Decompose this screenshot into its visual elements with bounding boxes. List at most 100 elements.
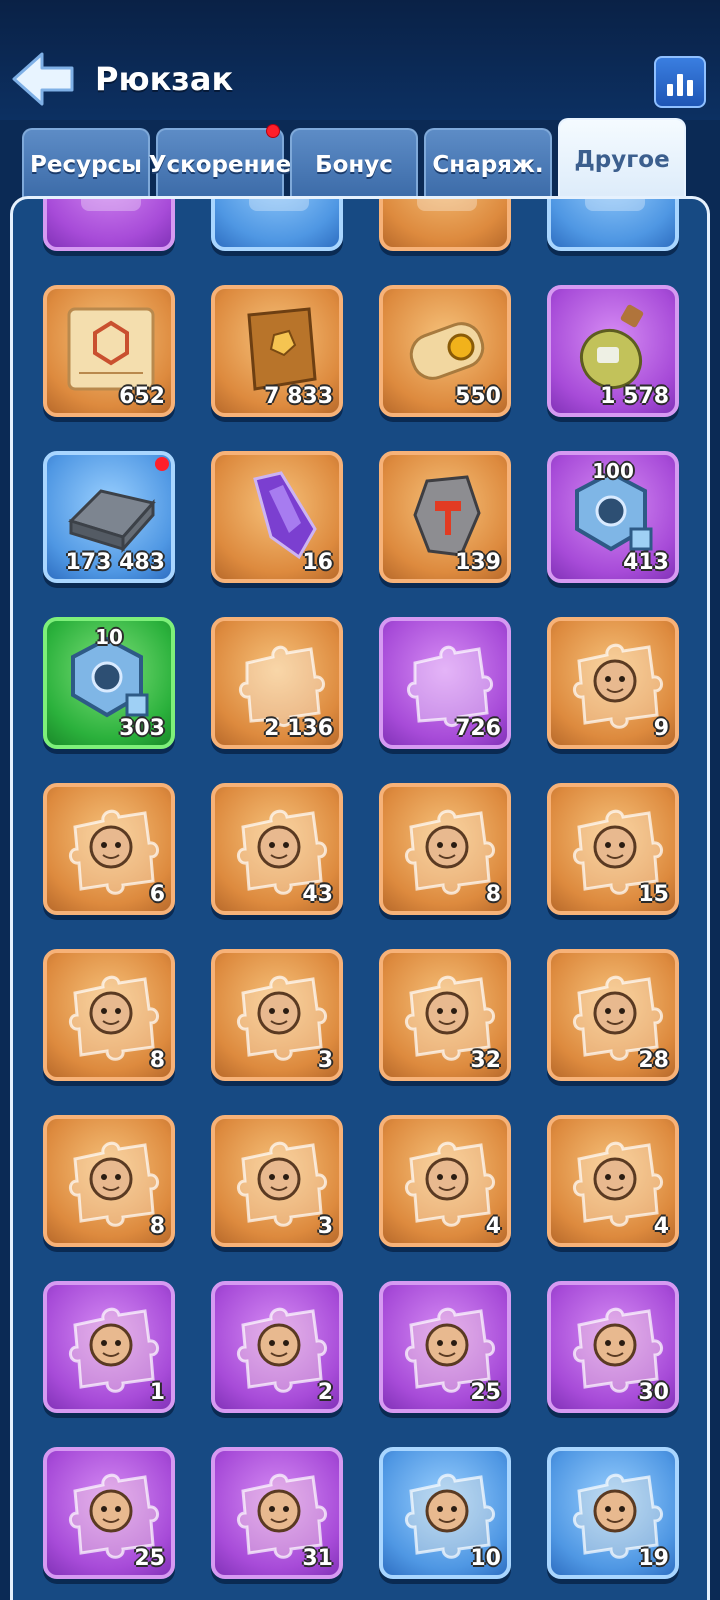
hero-shard-icon [229, 1131, 329, 1227]
inventory-item[interactable]: 15 [547, 783, 679, 915]
inventory-item[interactable]: 6 [43, 783, 175, 915]
item-count: 139 [455, 550, 501, 575]
item-count: 2 136 [264, 716, 333, 741]
hero-shard-icon [397, 799, 497, 895]
item-count: 303 [119, 716, 165, 741]
hero-shard-icon [61, 965, 161, 1061]
inventory-item[interactable]: 3 [211, 949, 343, 1081]
item-count: 3 [317, 1214, 333, 1239]
item-level-label: 10 [95, 625, 123, 649]
inventory-item[interactable]: 1 578 [547, 285, 679, 417]
inventory-item[interactable]: 30 [547, 1281, 679, 1413]
inventory-item[interactable]: 2 [211, 1281, 343, 1413]
hero-shard-icon [61, 1297, 161, 1393]
hero-shard-icon [565, 1297, 665, 1393]
inventory-item[interactable] [379, 199, 511, 251]
inventory-item[interactable]: 726 [379, 617, 511, 749]
hero-shard-icon [229, 1463, 329, 1559]
item-count: 16 [302, 550, 333, 575]
inventory-item[interactable]: 1 [43, 1281, 175, 1413]
partial-item-icon [397, 199, 497, 231]
tab-other[interactable]: Другое [558, 118, 686, 200]
item-count: 173 483 [65, 550, 165, 575]
hero-shard-icon [397, 1131, 497, 1227]
hero-shard-icon [61, 1131, 161, 1227]
inventory-item[interactable] [211, 199, 343, 251]
hero-shard-icon [61, 1463, 161, 1559]
partial-item-icon [565, 199, 665, 231]
hero-shard-icon [565, 799, 665, 895]
hero-shard-icon [397, 1297, 497, 1393]
item-count: 15 [638, 882, 669, 907]
inventory-item[interactable]: 8 [43, 949, 175, 1081]
inventory-item[interactable]: 7 833 [211, 285, 343, 417]
hero-shard-icon [229, 799, 329, 895]
stats-button[interactable] [654, 56, 706, 108]
hero-shard-icon [229, 965, 329, 1061]
item-count: 43 [302, 882, 333, 907]
tab-bonus[interactable]: Бонус [290, 128, 418, 200]
tab-speedups[interactable]: Ускорение [149, 124, 291, 200]
inventory-item[interactable]: 25 [379, 1281, 511, 1413]
item-count: 4 [485, 1214, 501, 1239]
inventory-item[interactable] [547, 199, 679, 251]
item-count: 8 [149, 1214, 165, 1239]
inventory-item[interactable]: 550 [379, 285, 511, 417]
inventory-item[interactable]: 652 [43, 285, 175, 417]
inventory-item[interactable]: 31 [211, 1447, 343, 1579]
inventory-item[interactable]: 19 [547, 1447, 679, 1579]
hero-shard-icon [565, 1131, 665, 1227]
item-count: 32 [470, 1048, 501, 1073]
inventory-item[interactable]: 4 [547, 1115, 679, 1247]
puzzle-piece-icon [397, 633, 497, 729]
item-level-label: 100 [592, 459, 634, 483]
inventory-item[interactable]: 9 [547, 617, 679, 749]
inventory-item[interactable]: 8 [379, 783, 511, 915]
partial-item-icon [61, 199, 161, 231]
item-count: 652 [119, 384, 165, 409]
item-count: 9 [653, 716, 669, 741]
notification-dot [266, 124, 280, 138]
blueprint-scroll-icon [61, 301, 161, 397]
item-count: 8 [149, 1048, 165, 1073]
inventory-item[interactable]: 139 [379, 451, 511, 583]
item-count: 31 [302, 1546, 333, 1571]
hero-shard-icon [229, 1297, 329, 1393]
inventory-item[interactable]: 100 413 [547, 451, 679, 583]
item-count: 30 [638, 1380, 669, 1405]
inventory-item[interactable]: 28 [547, 949, 679, 1081]
inventory-item[interactable]: 25 [43, 1447, 175, 1579]
tab-equipment[interactable]: Снаряж. [424, 128, 552, 200]
metal-ingot-icon [61, 467, 161, 563]
inventory-item[interactable]: 2 136 [211, 617, 343, 749]
inventory-item[interactable]: 3 [211, 1115, 343, 1247]
inventory-item[interactable] [43, 199, 175, 251]
item-count: 25 [470, 1380, 501, 1405]
inventory-item[interactable]: 32 [379, 949, 511, 1081]
item-count: 1 [149, 1380, 165, 1405]
item-count: 1 578 [600, 384, 669, 409]
back-button[interactable] [10, 50, 78, 108]
inventory-item[interactable]: 173 483 [43, 451, 175, 583]
inventory-panel[interactable]: 652 7 833 550 1 578 173 483 16 139 100 413 10 303 2… [10, 196, 710, 1600]
puzzle-piece-icon [229, 633, 329, 729]
tab-resources[interactable]: Ресурсы [22, 128, 150, 200]
item-count: 19 [638, 1546, 669, 1571]
inventory-item[interactable]: 16 [211, 451, 343, 583]
item-count: 6 [149, 882, 165, 907]
partial-item-icon [229, 199, 329, 231]
inventory-item[interactable]: 10 303 [43, 617, 175, 749]
hero-shard-icon [397, 1463, 497, 1559]
item-count: 7 833 [264, 384, 333, 409]
hero-shard-icon [565, 633, 665, 729]
bar-chart-icon [667, 84, 673, 96]
book-icon [229, 301, 329, 397]
inventory-item[interactable]: 4 [379, 1115, 511, 1247]
inventory-item[interactable]: 10 [379, 1447, 511, 1579]
inventory-grid: 652 7 833 550 1 578 173 483 16 139 100 413 10 303 2… [43, 199, 679, 1579]
hammer-stone-icon [397, 467, 497, 563]
inventory-item[interactable]: 43 [211, 783, 343, 915]
hero-shard-icon [397, 965, 497, 1061]
inventory-item[interactable]: 8 [43, 1115, 175, 1247]
item-count: 413 [623, 550, 669, 575]
